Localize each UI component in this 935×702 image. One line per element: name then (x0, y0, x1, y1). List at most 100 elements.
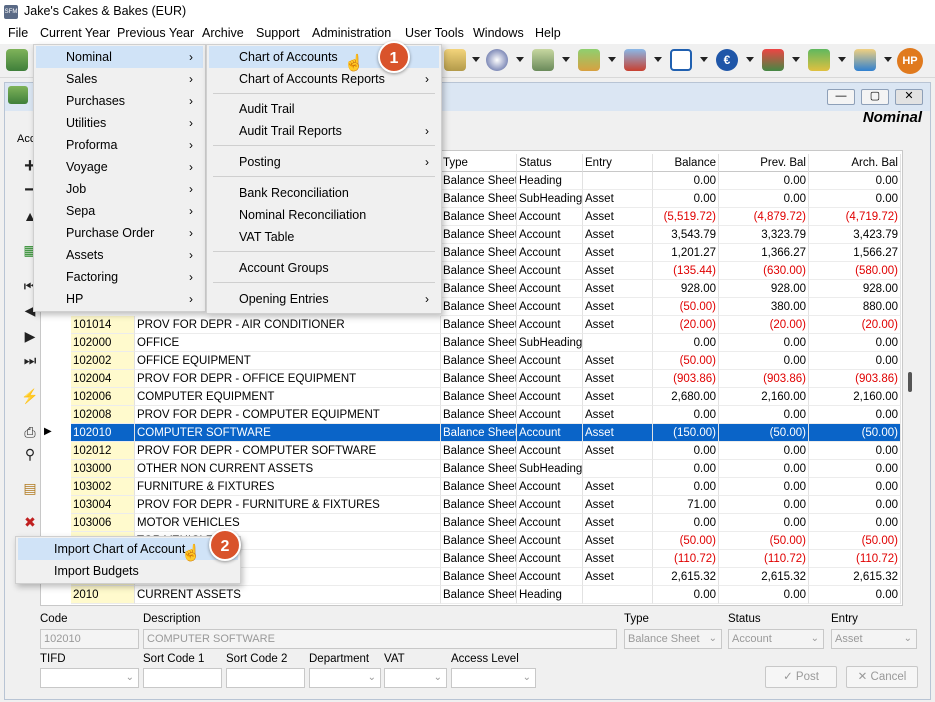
menu-import-budgets[interactable]: Import Budgets (18, 560, 238, 582)
table-row[interactable]: 103002 FURNITURE & FIXTURES Balance Sheet A… (41, 478, 902, 496)
sort-code-1-field[interactable] (143, 668, 222, 688)
table-row[interactable]: 102012 PROV FOR DEPR - COMPUTER SOFTWARE B… (41, 442, 902, 460)
attach-icon[interactable]: ⚲ (20, 446, 40, 462)
print-icon[interactable]: ⎙ (20, 424, 40, 440)
menu-item-hp[interactable]: HP › (36, 288, 203, 310)
menu-item-utilities[interactable]: Utilities › (36, 112, 203, 134)
menu-item-job[interactable]: Job › (36, 178, 203, 200)
col-status[interactable]: Status (517, 154, 583, 172)
menu-item-sales[interactable]: Sales › (36, 68, 203, 90)
vat-select[interactable]: ⌄ (384, 668, 447, 688)
menu-help[interactable]: Help (535, 26, 561, 40)
table-row[interactable]: 102004 PROV FOR DEPR - OFFICE EQUIPMENT Ba… (41, 370, 902, 388)
menu-item-opening-entries[interactable]: Opening Entries › (209, 288, 439, 310)
col-arch-bal[interactable]: Arch. Bal (809, 154, 901, 172)
export-icon[interactable]: ✖ (20, 514, 40, 530)
table-row[interactable]: 102006 COMPUTER EQUIPMENT Balance Sheet Acc… (41, 388, 902, 406)
hp-icon[interactable]: HP (897, 48, 923, 74)
access-level-select[interactable]: ⌄ (451, 668, 536, 688)
maximize-button[interactable]: ▢ (861, 89, 889, 105)
col-type[interactable]: Type (441, 154, 517, 172)
col-balance[interactable]: Balance (653, 154, 719, 172)
menu-item-vat-table[interactable]: VAT Table (209, 226, 439, 248)
import-icon[interactable]: ▤ (20, 480, 40, 496)
chevron-right-icon: › (189, 226, 193, 240)
menu-item-assets[interactable]: Assets › (36, 244, 203, 266)
department-select[interactable]: ⌄ (309, 668, 381, 688)
menu-item-factoring[interactable]: Factoring › (36, 266, 203, 288)
table-row[interactable]: 102000 OFFICE Balance Sheet SubHeading 0.00 0… (41, 334, 902, 352)
description-field[interactable]: COMPUTER SOFTWARE (143, 629, 617, 649)
table-row[interactable]: 102010 COMPUTER SOFTWARE Balance Sheet Acco… (41, 424, 902, 442)
minimize-button[interactable]: — (827, 89, 855, 105)
menu-previous-year[interactable]: Previous Year (117, 26, 194, 40)
menu-administration[interactable]: Administration (312, 26, 391, 40)
menu-item-audit-trail-reports[interactable]: Audit Trail Reports › (209, 120, 439, 142)
menu-item-nominal-reconciliation[interactable]: Nominal Reconciliation (209, 204, 439, 226)
euro-icon[interactable]: € (716, 49, 738, 71)
cell-arch: 0.00 (809, 406, 901, 424)
menu-item-chart-of-accounts-reports[interactable]: Chart of Accounts Reports › (209, 68, 439, 90)
chevron-right-icon: › (189, 204, 193, 218)
table-row[interactable]: 103006 MOTOR VEHICLES Balance Sheet Account… (41, 514, 902, 532)
table-row[interactable]: 2010 CURRENT ASSETS Balance Sheet Heading 0.… (41, 586, 902, 604)
table-row[interactable]: 103000 OTHER NON CURRENT ASSETS Balance Sh… (41, 460, 902, 478)
tifd-select[interactable]: ⌄ (40, 668, 139, 688)
menu-item-account-groups[interactable]: Account Groups (209, 257, 439, 279)
close-button[interactable]: ✕ (895, 89, 923, 105)
cancel-button[interactable]: ✕ Cancel (846, 666, 918, 688)
disc-icon[interactable] (486, 49, 508, 71)
cell-type: Balance Sheet (441, 244, 517, 262)
menu-item-audit-trail[interactable]: Audit Trail (209, 98, 439, 120)
cell-balance: 0.00 (653, 442, 719, 460)
menu-item-posting[interactable]: Posting › (209, 151, 439, 173)
cell-type: Balance Sheet (441, 532, 517, 550)
menu-item-voyage[interactable]: Voyage › (36, 156, 203, 178)
menu-file[interactable]: File (8, 26, 28, 40)
vat-label: VAT (384, 653, 405, 665)
table-row[interactable]: 103004 PROV FOR DEPR - FURNITURE & FIXTUR… (41, 496, 902, 514)
col-entry[interactable]: Entry (583, 154, 653, 172)
table-row[interactable]: 101014 PROV FOR DEPR - AIR CONDITIONER Bal… (41, 316, 902, 334)
type-select[interactable]: Balance Sheet ⌄ (624, 629, 722, 649)
cell-desc: PROV FOR DEPR - OFFICE EQUIPMENT (135, 370, 441, 388)
menu-archive[interactable]: Archive (202, 26, 244, 40)
cell-entry: Asset (583, 262, 653, 280)
scrollbar[interactable] (908, 372, 912, 392)
menu-support[interactable]: Support (256, 26, 300, 40)
post-button[interactable]: ✓ Post (765, 666, 837, 688)
last-record-icon[interactable]: ⏭ (20, 352, 40, 368)
nominal-submenu: Chart of Accounts Chart of Accounts Repor… (206, 44, 442, 314)
menu-user-tools[interactable]: User Tools (405, 26, 464, 40)
people-icon[interactable] (578, 49, 600, 71)
entry-select[interactable]: Asset ⌄ (831, 629, 917, 649)
next-record-icon[interactable]: ▶ (20, 328, 40, 344)
menu-windows[interactable]: Windows (473, 26, 524, 40)
money-icon[interactable] (854, 49, 876, 71)
filter-icon[interactable]: ⚡ (20, 388, 40, 404)
menu-import-chart-of-account[interactable]: Import Chart of Account (18, 538, 238, 560)
cell-type: Balance Sheet (441, 298, 517, 316)
menu-item-purchase-order[interactable]: Purchase Order › (36, 222, 203, 244)
menu-item-nominal[interactable]: Nominal › (36, 46, 203, 68)
cubes-icon[interactable] (808, 49, 830, 71)
menu-current-year[interactable]: Current Year (40, 26, 110, 40)
menu-item-bank-reconciliation[interactable]: Bank Reconciliation (209, 182, 439, 204)
layers-icon[interactable] (6, 49, 28, 71)
ship-icon[interactable] (624, 49, 646, 71)
bar-chart-icon[interactable] (670, 49, 692, 71)
cell-balance: (5,519.72) (653, 208, 719, 226)
menu-item-sepa[interactable]: Sepa › (36, 200, 203, 222)
table-row[interactable]: 102002 OFFICE EQUIPMENT Balance Sheet Accou… (41, 352, 902, 370)
status-select[interactable]: Account ⌄ (728, 629, 824, 649)
table-row[interactable]: 102008 PROV FOR DEPR - COMPUTER EQUIPMENT… (41, 406, 902, 424)
code-field[interactable]: 102010 (40, 629, 139, 649)
col-prev-bal[interactable]: Prev. Bal (719, 154, 809, 172)
menu-item-proforma[interactable]: Proforma › (36, 134, 203, 156)
menu-item-purchases[interactable]: Purchases › (36, 90, 203, 112)
window-title: Jake's Cakes & Bakes (EUR) (24, 4, 187, 18)
transfer-icon[interactable] (762, 49, 784, 71)
sort-code-2-field[interactable] (226, 668, 305, 688)
documents-icon[interactable] (532, 49, 554, 71)
stack-icon[interactable] (444, 49, 466, 71)
